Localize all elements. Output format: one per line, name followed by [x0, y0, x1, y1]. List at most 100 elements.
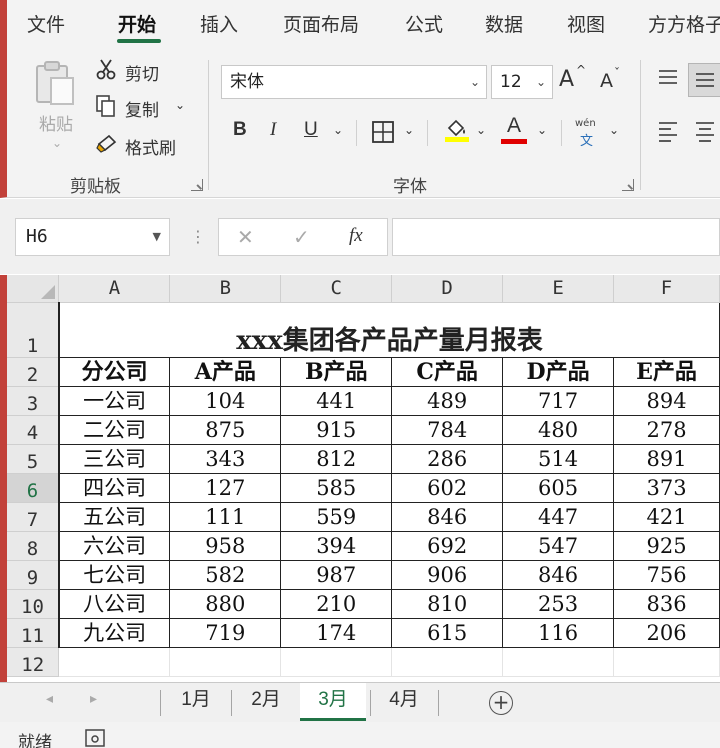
row-header-5[interactable]: 5	[7, 444, 60, 474]
chevron-down-icon[interactable]: ⌄	[476, 123, 486, 137]
empty-cell[interactable]	[280, 647, 393, 677]
value-cell[interactable]: 756	[613, 559, 720, 590]
value-cell[interactable]: 615	[391, 617, 504, 648]
underline-button[interactable]: U	[304, 119, 318, 141]
value-cell[interactable]: 206	[613, 617, 720, 648]
tab-home[interactable]: 开始	[118, 10, 156, 37]
paste-button[interactable]: 粘贴 ⌄	[27, 56, 83, 156]
tab-insert[interactable]: 插入	[200, 10, 238, 37]
value-cell[interactable]: 210	[280, 588, 393, 619]
font-size-select[interactable]: 12 ⌄	[491, 65, 553, 99]
value-cell[interactable]: 441	[280, 385, 393, 416]
cancel-icon[interactable]: ✕	[237, 225, 254, 249]
chevron-down-icon[interactable]: ⌄	[537, 123, 547, 137]
value-cell[interactable]: 891	[613, 443, 720, 474]
value-cell[interactable]: 480	[502, 414, 615, 445]
header-cell[interactable]: A产品	[169, 356, 282, 387]
value-cell[interactable]: 447	[502, 501, 615, 532]
header-cell[interactable]: D产品	[502, 356, 615, 387]
value-cell[interactable]: 810	[391, 588, 504, 619]
column-header-a[interactable]: A	[58, 275, 171, 303]
page-view-icon[interactable]	[84, 728, 106, 748]
tab-formulas[interactable]: 公式	[405, 10, 443, 37]
header-cell[interactable]: B产品	[280, 356, 393, 387]
row-header-9[interactable]: 9	[7, 560, 60, 590]
company-cell[interactable]: 八公司	[57, 588, 171, 619]
value-cell[interactable]: 559	[280, 501, 393, 532]
cut-button[interactable]: 剪切	[95, 58, 175, 85]
sheet-tab-2[interactable]: 2月	[233, 683, 299, 721]
header-cell[interactable]: 分公司	[57, 356, 171, 387]
value-cell[interactable]: 717	[502, 385, 615, 416]
column-header-f[interactable]: F	[613, 275, 720, 303]
row-header-7[interactable]: 7	[7, 502, 60, 532]
font-launcher-icon[interactable]	[622, 179, 634, 191]
company-cell[interactable]: 七公司	[57, 559, 171, 590]
sheet-tab-1[interactable]: 1月	[163, 683, 229, 721]
row-header-2[interactable]: 2	[7, 357, 60, 387]
company-cell[interactable]: 九公司	[57, 617, 171, 648]
column-header-e[interactable]: E	[502, 275, 615, 303]
chevron-down-icon[interactable]: ⌄	[175, 98, 185, 112]
column-header-c[interactable]: C	[280, 275, 393, 303]
value-cell[interactable]: 104	[169, 385, 282, 416]
row-header-12[interactable]: 12	[7, 647, 60, 677]
value-cell[interactable]: 343	[169, 443, 282, 474]
border-icon[interactable]	[371, 120, 395, 144]
row-header-10[interactable]: 10	[7, 589, 60, 619]
bold-button[interactable]: B	[233, 119, 247, 141]
company-cell[interactable]: 三公司	[57, 443, 171, 474]
value-cell[interactable]: 111	[169, 501, 282, 532]
sheet-tab-3[interactable]: 3月	[300, 683, 366, 721]
value-cell[interactable]: 514	[502, 443, 615, 474]
value-cell[interactable]: 394	[280, 530, 393, 561]
scroll-left-icon[interactable]: ◂	[46, 691, 53, 707]
align-left-icon[interactable]	[657, 120, 679, 142]
value-cell[interactable]: 846	[391, 501, 504, 532]
empty-cell[interactable]	[613, 647, 720, 677]
column-header-b[interactable]: B	[169, 275, 282, 303]
enter-icon[interactable]: ✓	[293, 225, 310, 249]
column-header-d[interactable]: D	[391, 275, 504, 303]
value-cell[interactable]: 547	[502, 530, 615, 561]
vertical-dots-icon[interactable]: ⋮	[190, 227, 206, 246]
value-cell[interactable]: 605	[502, 472, 615, 503]
empty-cell[interactable]	[169, 647, 282, 677]
value-cell[interactable]: 915	[280, 414, 393, 445]
select-all-button[interactable]	[7, 275, 60, 303]
value-cell[interactable]: 880	[169, 588, 282, 619]
row-header-6[interactable]: 6	[7, 473, 60, 503]
italic-button[interactable]: I	[270, 119, 276, 141]
tab-fangfanggezi[interactable]: 方方格子	[648, 10, 720, 37]
tab-file[interactable]: 文件	[27, 10, 65, 37]
value-cell[interactable]: 602	[391, 472, 504, 503]
row-header-1[interactable]: 1	[7, 302, 60, 358]
value-cell[interactable]: 585	[280, 472, 393, 503]
value-cell[interactable]: 875	[169, 414, 282, 445]
fill-color-icon[interactable]	[443, 116, 471, 142]
formula-input[interactable]	[392, 218, 720, 256]
value-cell[interactable]: 784	[391, 414, 504, 445]
empty-cell[interactable]	[391, 647, 504, 677]
report-title[interactable]: xxx集团各产品产量月报表	[57, 301, 720, 358]
row-header-3[interactable]: 3	[7, 386, 60, 416]
company-cell[interactable]: 二公司	[57, 414, 171, 445]
value-cell[interactable]: 958	[169, 530, 282, 561]
increase-font-size-button[interactable]: A ^	[559, 63, 589, 96]
value-cell[interactable]: 812	[280, 443, 393, 474]
name-box[interactable]: H6 ▼	[15, 218, 170, 256]
value-cell[interactable]: 421	[613, 501, 720, 532]
value-cell[interactable]: 174	[280, 617, 393, 648]
empty-cell[interactable]	[502, 647, 615, 677]
value-cell[interactable]: 692	[391, 530, 504, 561]
value-cell[interactable]: 836	[613, 588, 720, 619]
dropdown-triangle-icon[interactable]: ▼	[153, 219, 161, 255]
chevron-down-icon[interactable]: ⌄	[333, 123, 343, 137]
tab-data[interactable]: 数据	[485, 10, 523, 37]
value-cell[interactable]: 846	[502, 559, 615, 590]
decrease-font-size-button[interactable]: A ˇ	[600, 66, 630, 96]
value-cell[interactable]: 719	[169, 617, 282, 648]
company-cell[interactable]: 五公司	[57, 501, 171, 532]
value-cell[interactable]: 286	[391, 443, 504, 474]
align-middle-button[interactable]	[688, 63, 720, 97]
